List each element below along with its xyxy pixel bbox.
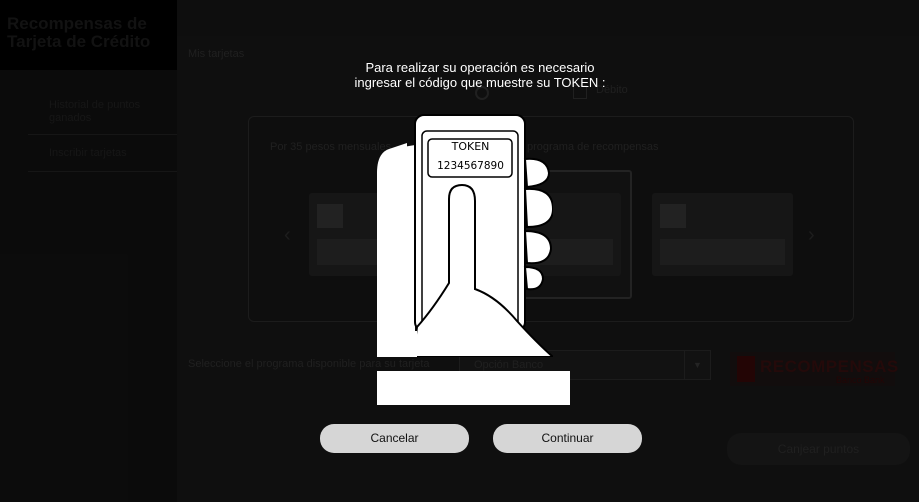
token-code: 1234567890 [437,160,504,172]
token-instruction-line2: ingresar el código que muestre su TOKEN … [354,75,606,90]
token-label: TOKEN [451,140,490,153]
token-code-input[interactable] [377,371,570,405]
token-instruction-line1: Para realizar su operación es necesario [365,60,595,75]
cancel-button[interactable]: Cancelar [320,424,469,453]
continue-button[interactable]: Continuar [493,424,642,453]
token-instruction: Para realizar su operación es necesario … [330,60,630,90]
